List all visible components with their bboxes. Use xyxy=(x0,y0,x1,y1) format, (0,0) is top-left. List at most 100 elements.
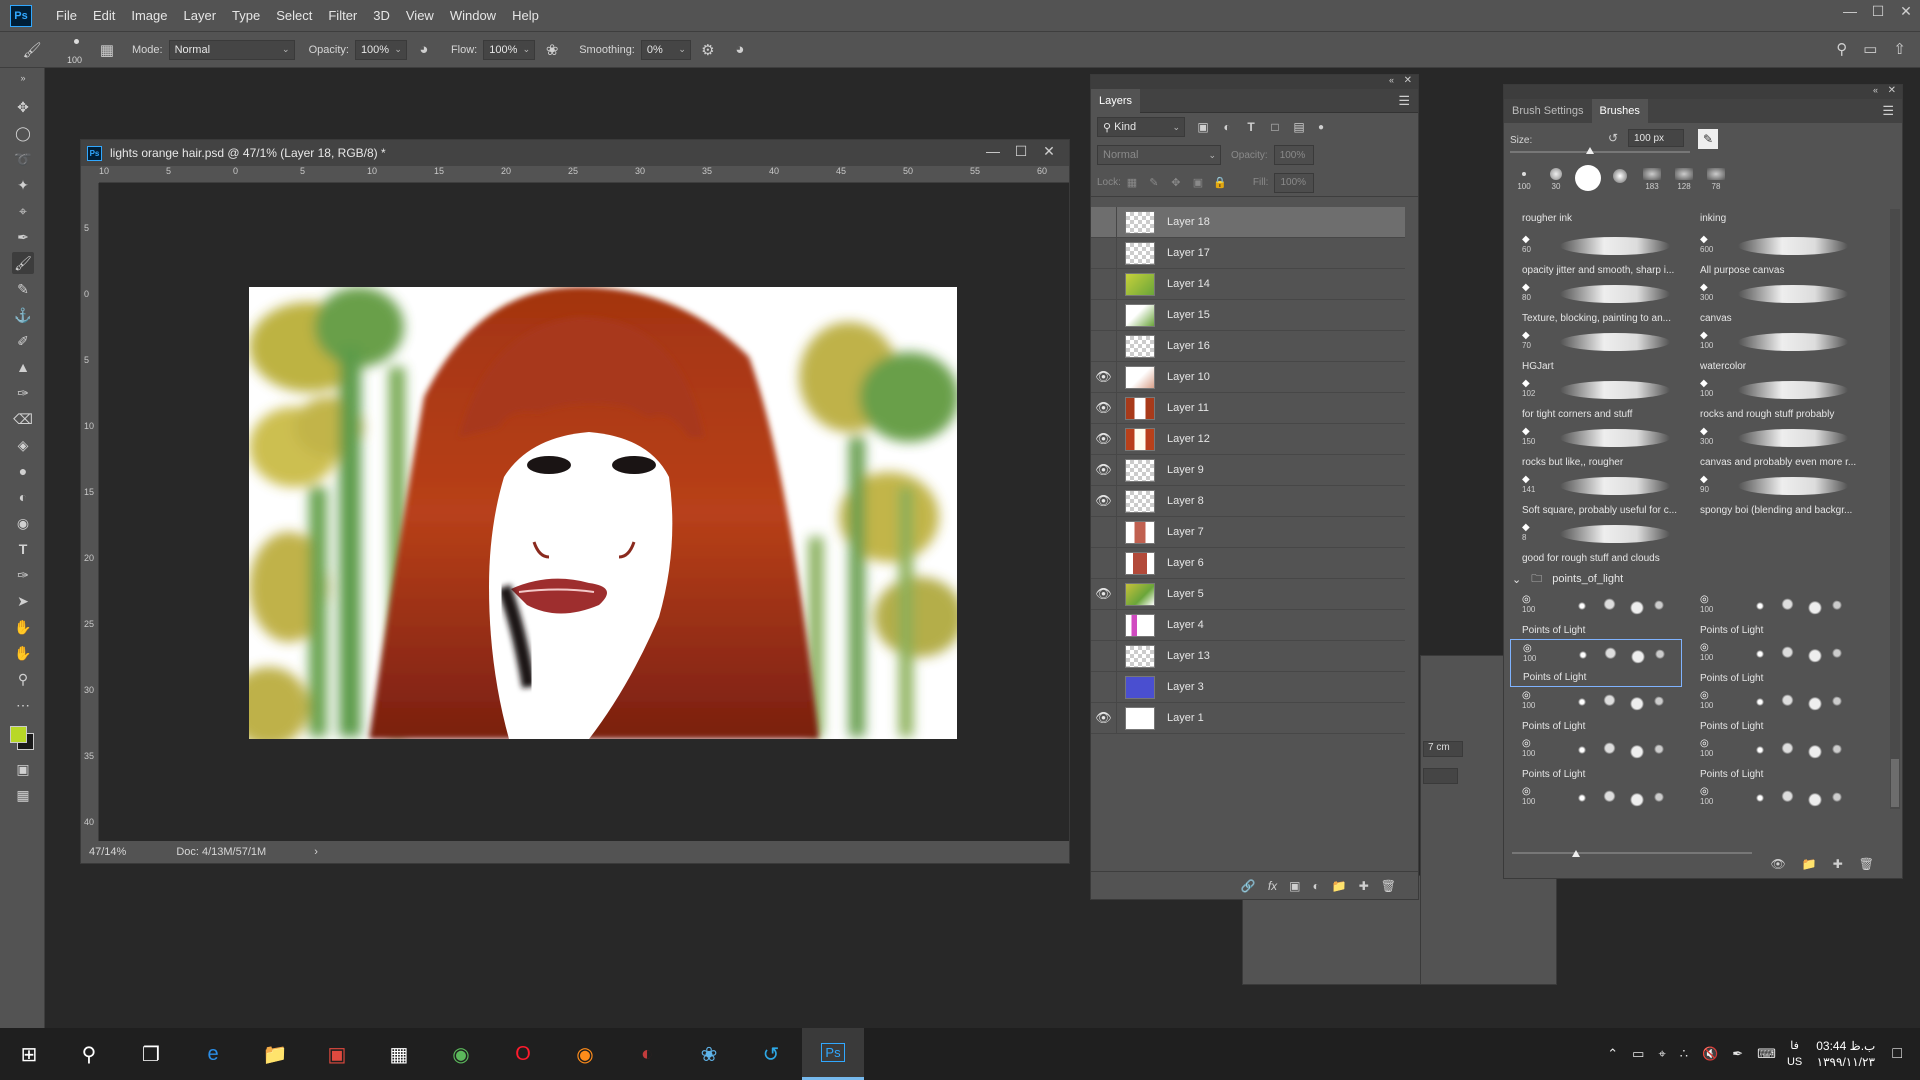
layer-name[interactable]: Layer 3 xyxy=(1167,681,1204,693)
marquee-tool-icon[interactable]: ◯ xyxy=(12,122,34,144)
brush-preset[interactable]: inking xyxy=(1688,209,1860,231)
image-filter-icon[interactable]: ▣ xyxy=(1191,120,1215,134)
lock-all-icon[interactable]: 🔒 xyxy=(1209,176,1231,189)
chevron-down-icon[interactable]: ⌄ xyxy=(1512,573,1521,586)
brush-tool-preset-icon[interactable]: 🖌 xyxy=(12,41,52,59)
layer-row[interactable]: Layer 16 xyxy=(1091,330,1405,362)
dialog-value-field[interactable]: 7 cm xyxy=(1423,741,1463,757)
brush-panel-toggle-icon[interactable]: ▦ xyxy=(94,41,120,59)
visibility-toggle[interactable] xyxy=(1091,516,1117,548)
kind-filter-select[interactable]: ⚲ Kind ⌄ xyxy=(1097,117,1185,137)
menu-select[interactable]: Select xyxy=(268,0,320,31)
type-filter-icon[interactable]: T xyxy=(1239,120,1263,134)
visibility-toggle[interactable] xyxy=(1091,640,1117,672)
pressure-size-icon[interactable]: ◕ xyxy=(725,41,755,58)
preset-brush[interactable]: 128 xyxy=(1670,161,1698,191)
sync-app-icon[interactable]: ↺ xyxy=(740,1028,802,1080)
pencil-tool-icon[interactable]: ✎ xyxy=(12,278,34,300)
language-indicator[interactable]: فا US xyxy=(1787,1038,1802,1070)
preset-brush[interactable]: 183 xyxy=(1638,161,1666,191)
folder-icon[interactable]: 📁 xyxy=(1802,857,1817,871)
volume-muted-icon[interactable]: 🔇 xyxy=(1702,1046,1718,1062)
brush-preset[interactable]: ◎100Points of Light xyxy=(1688,639,1860,687)
smart-object-filter-icon[interactable]: ▤ xyxy=(1287,120,1311,134)
lock-position-icon[interactable]: ✥ xyxy=(1165,176,1187,189)
lasso-tool-icon[interactable]: ➰ xyxy=(12,148,34,170)
color-swatches[interactable] xyxy=(8,724,38,754)
fx-icon[interactable]: fx xyxy=(1268,879,1277,893)
media-player-icon[interactable]: ◐ xyxy=(616,1028,678,1080)
collapse-icon[interactable]: » xyxy=(12,72,34,84)
close-icon[interactable]: ✕ xyxy=(1404,75,1412,86)
blend-mode-select[interactable]: Normal ⌄ xyxy=(1097,145,1221,165)
layer-name[interactable]: Layer 18 xyxy=(1167,216,1210,228)
folder-icon[interactable]: 📁 xyxy=(1332,879,1347,893)
smoothing-field[interactable]: 0% ⌄ xyxy=(640,39,691,60)
mixer-brush-icon[interactable]: ✑ xyxy=(12,382,34,404)
layer-name[interactable]: Layer 17 xyxy=(1167,247,1210,259)
chrome-icon[interactable]: ◉ xyxy=(430,1028,492,1080)
adjustment-icon[interactable]: ◐ xyxy=(1313,879,1320,893)
size-slider-track[interactable] xyxy=(1510,151,1690,153)
brush-preset[interactable]: ◆ 102 for tight corners and stuff xyxy=(1510,375,1682,423)
collapse-icon[interactable]: « xyxy=(1873,85,1878,95)
blur-tool-icon[interactable]: ● xyxy=(12,460,34,482)
mask-icon[interactable]: ▣ xyxy=(1289,879,1300,893)
menu-image[interactable]: Image xyxy=(123,0,175,31)
type-tool-icon[interactable]: T xyxy=(12,538,34,560)
vertical-ruler[interactable]: 5 0 5 10 15 20 25 30 35 40 xyxy=(81,183,99,841)
close-icon[interactable]: ✕ xyxy=(1892,0,1920,22)
layer-row[interactable]: Layer 7 xyxy=(1091,516,1405,548)
visibility-toggle[interactable] xyxy=(1091,609,1117,641)
tab-brush-settings[interactable]: Brush Settings xyxy=(1504,99,1592,123)
trash-icon[interactable]: 🗑 xyxy=(1859,857,1874,871)
brush-preset[interactable]: ◆ 300 canvas and probably even more r... xyxy=(1688,423,1860,471)
eye-icon[interactable]: 👁 xyxy=(1091,578,1117,610)
preset-brush[interactable]: 100 xyxy=(1510,161,1538,191)
workspace-icon[interactable]: ▭ xyxy=(1863,40,1877,58)
brush-preset[interactable]: ◆ 150 rocks but like,, rougher xyxy=(1510,423,1682,471)
eye-icon[interactable]: 👁 xyxy=(1091,392,1117,424)
edge-browser-icon[interactable]: e xyxy=(182,1028,244,1080)
layer-name[interactable]: Layer 12 xyxy=(1167,433,1210,445)
history-brush-tool-icon[interactable]: ✐ xyxy=(12,330,34,352)
opacity-field[interactable]: 100% ⌄ xyxy=(354,39,407,60)
chevron-up-icon[interactable]: ⌃ xyxy=(1607,1046,1618,1062)
preview-size-handle[interactable] xyxy=(1572,850,1580,857)
brush-preset[interactable]: ◆ 141 Soft square, probably useful for c..… xyxy=(1510,471,1682,519)
path-selection-tool-icon[interactable]: ➤ xyxy=(12,590,34,612)
reset-icon[interactable]: ↺ xyxy=(1608,131,1618,145)
dialog-field[interactable] xyxy=(1423,768,1458,784)
layer-row[interactable]: Layer 14 xyxy=(1091,268,1405,300)
layer-row[interactable]: Layer 17 xyxy=(1091,237,1405,269)
dodge-tool-icon[interactable]: ◐ xyxy=(12,486,34,508)
menu-help[interactable]: Help xyxy=(504,0,547,31)
preview-size-slider[interactable] xyxy=(1512,852,1752,854)
brush-preset[interactable]: ◎100Points of Light xyxy=(1688,783,1860,809)
search-icon[interactable]: ⚲ xyxy=(1836,40,1847,58)
clock[interactable]: 03:44 ب.ظ ۱۳۹۹/۱۱/۲۳ xyxy=(1816,1038,1875,1070)
gear-icon[interactable]: ⚙ xyxy=(691,41,725,59)
eraser-tool-icon[interactable]: ⌫ xyxy=(12,408,34,430)
close-icon[interactable]: ✕ xyxy=(1888,85,1896,96)
layer-name[interactable]: Layer 11 xyxy=(1167,402,1209,414)
link-icon[interactable]: 🔗 xyxy=(1241,879,1256,893)
shape-tool-icon[interactable]: ✋ xyxy=(12,616,34,638)
brush-preset[interactable]: ◎100Points of Light xyxy=(1510,591,1682,639)
layer-row[interactable]: 👁 Layer 11 xyxy=(1091,392,1405,424)
layer-row[interactable]: Layer 3 xyxy=(1091,671,1405,703)
foreground-color-swatch[interactable] xyxy=(10,726,27,743)
brush-preset[interactable]: rougher ink xyxy=(1510,209,1682,231)
panel-menu-icon[interactable]: ☰ xyxy=(1398,93,1410,109)
layer-row[interactable]: Layer 4 xyxy=(1091,609,1405,641)
brush-preset[interactable]: ◎100Points of Light xyxy=(1510,639,1682,687)
brush-preset[interactable]: ◆ 60 opacity jitter and smooth, sharp i... xyxy=(1510,231,1682,279)
layer-row[interactable]: Layer 13 xyxy=(1091,640,1405,672)
wifi-icon[interactable]: ∴ xyxy=(1680,1046,1688,1062)
lock-artboard-icon[interactable]: ▣ xyxy=(1187,176,1209,189)
brush-preset[interactable]: ◎100Points of Light xyxy=(1510,783,1682,809)
layer-row[interactable]: 👁 Layer 5 xyxy=(1091,578,1405,610)
mode-select[interactable]: Normal ⌄ xyxy=(168,39,295,60)
brush-preset[interactable]: ◆ 600 All purpose canvas xyxy=(1688,231,1860,279)
move-tool-icon[interactable]: ✥ xyxy=(12,96,34,118)
